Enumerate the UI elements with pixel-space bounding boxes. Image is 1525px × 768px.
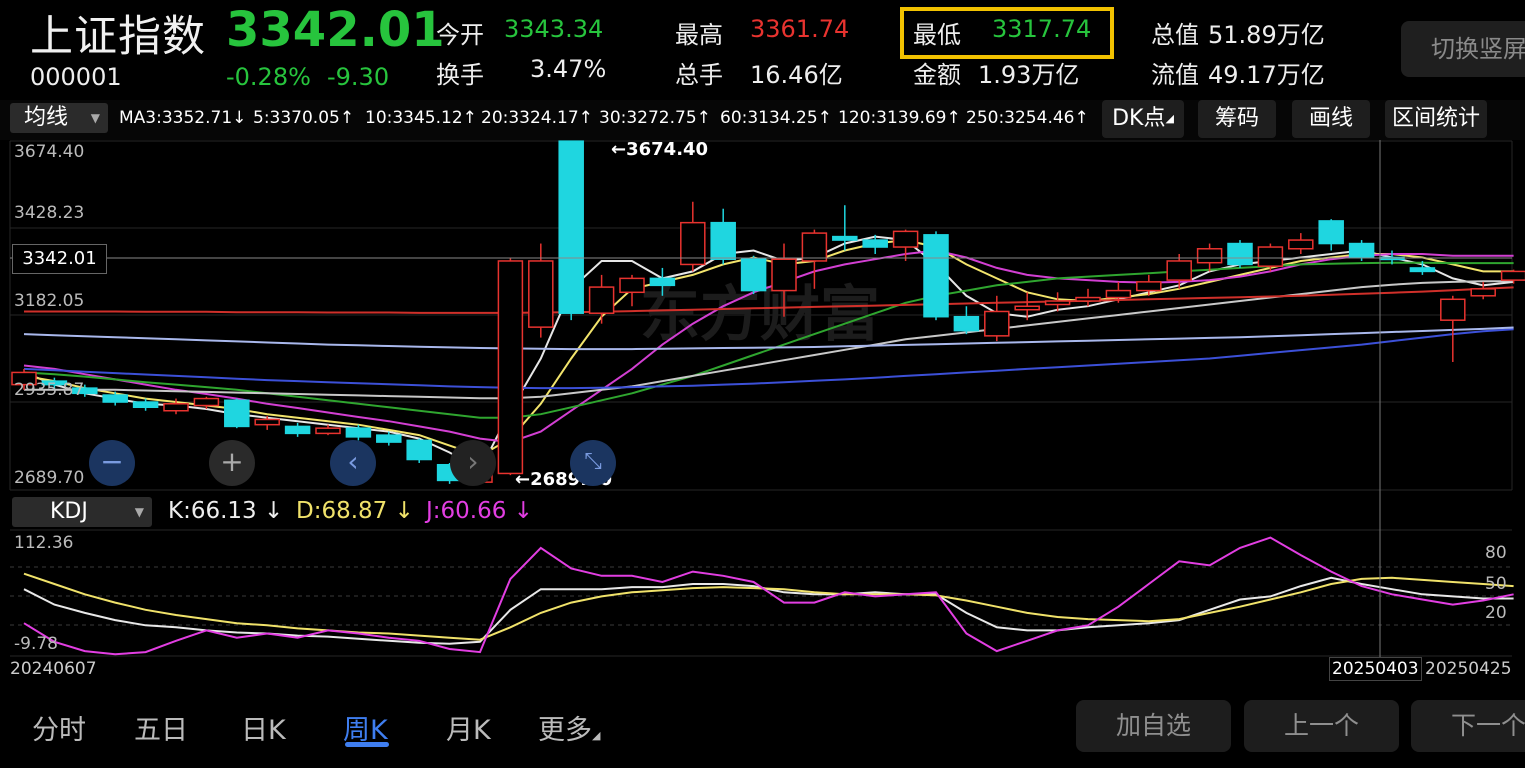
next-stock-button[interactable]: 下一个 bbox=[1411, 700, 1525, 752]
kdj-level-50: 50 bbox=[1485, 574, 1507, 594]
kdj-j-text: J:60.66 bbox=[426, 498, 507, 524]
date-end: 20250425 bbox=[1425, 659, 1512, 679]
candle-down bbox=[953, 315, 980, 332]
candle-up bbox=[588, 286, 615, 314]
y-axis-label-2: 3428.23 bbox=[14, 203, 85, 223]
tab-five-day[interactable]: 五日 bbox=[134, 708, 188, 747]
y-axis-label-4: 2935.87 bbox=[14, 380, 85, 400]
scroll-left-button[interactable]: ‹ bbox=[330, 440, 376, 486]
candle-up bbox=[315, 427, 341, 435]
ma-lines bbox=[23, 235, 1514, 472]
candle-down bbox=[649, 277, 676, 287]
dropdown-arrow-icon: ▼ bbox=[134, 505, 144, 519]
active-tab-indicator bbox=[345, 742, 389, 747]
candle-down bbox=[740, 258, 767, 292]
kdj-y-top: 112.36 bbox=[14, 533, 74, 553]
ma-line-ma3 bbox=[23, 235, 1514, 472]
y-axis-label-3: 3182.05 bbox=[14, 291, 85, 311]
candle-down bbox=[284, 425, 311, 435]
prev-stock-button[interactable]: 上一个 bbox=[1244, 700, 1399, 752]
chevron-left-icon: ‹ bbox=[347, 445, 359, 478]
candle-up bbox=[1105, 289, 1132, 299]
candle-up bbox=[1196, 248, 1223, 264]
candle-up bbox=[771, 258, 797, 292]
candle-down bbox=[224, 399, 250, 428]
candle-down bbox=[923, 234, 949, 318]
kdj-level-20: 20 bbox=[1485, 603, 1507, 623]
candle-up bbox=[1500, 270, 1525, 281]
candle-up bbox=[1470, 288, 1496, 297]
candle-down bbox=[1318, 220, 1344, 245]
candle-up bbox=[1136, 281, 1162, 292]
kdj-select[interactable]: KDJ ▼ bbox=[12, 497, 152, 527]
zoom-in-button[interactable]: + bbox=[209, 440, 255, 486]
candle-up bbox=[619, 277, 645, 294]
candle-down bbox=[832, 235, 858, 241]
candle-up bbox=[254, 418, 280, 426]
candle-up bbox=[1257, 246, 1284, 267]
kdj-k-value: K:66.13 ↓ bbox=[168, 498, 284, 524]
y-axis-label-bottom: 2689.70 bbox=[14, 468, 85, 488]
candle-down bbox=[406, 439, 432, 461]
kdj-y-bottom: -9.78 bbox=[14, 634, 58, 654]
minus-icon: − bbox=[100, 445, 124, 478]
candle-up bbox=[1440, 298, 1466, 321]
plus-icon: + bbox=[220, 445, 244, 478]
chevron-right-icon: › bbox=[467, 445, 479, 478]
date-start: 20240607 bbox=[10, 659, 97, 679]
max-price-marker: ←3674.40 bbox=[611, 139, 709, 160]
candle-up bbox=[801, 232, 828, 262]
candle-up bbox=[1044, 300, 1071, 306]
kdj-d-value: D:68.87 ↓ bbox=[296, 498, 414, 524]
zoom-out-button[interactable]: − bbox=[89, 440, 135, 486]
tab-daily-k[interactable]: 日K bbox=[241, 708, 286, 747]
candle-down bbox=[132, 401, 159, 409]
candle-down bbox=[558, 140, 584, 314]
tab-monthly-k[interactable]: 月K bbox=[446, 708, 491, 747]
kdj-k-text: K:66.13 bbox=[168, 498, 257, 524]
candle-down bbox=[102, 394, 128, 403]
scroll-right-button[interactable]: › bbox=[450, 440, 496, 486]
candle-up bbox=[1166, 260, 1192, 281]
candle-up bbox=[1288, 239, 1314, 250]
candle-down bbox=[710, 221, 736, 260]
kdj-d-text: D:68.87 bbox=[296, 498, 388, 524]
tab-intraday[interactable]: 分时 bbox=[32, 708, 86, 747]
candle-up bbox=[193, 397, 220, 407]
candle-down bbox=[345, 427, 372, 438]
current-price-tag: 3342.01 bbox=[12, 244, 107, 274]
kdj-level-80: 80 bbox=[1485, 543, 1507, 563]
candle-down bbox=[376, 434, 402, 443]
candle-up bbox=[528, 260, 554, 328]
candle-up bbox=[1014, 305, 1040, 311]
candle-up bbox=[984, 310, 1010, 337]
tab-more[interactable]: 更多◢ bbox=[538, 708, 600, 747]
kdj-select-label: KDJ bbox=[50, 499, 88, 524]
candle-down bbox=[1348, 242, 1375, 259]
reset-zoom-button[interactable]: ⤡ bbox=[570, 440, 616, 486]
candle-down bbox=[1409, 267, 1436, 273]
candle-up bbox=[1075, 296, 1101, 302]
candle-down bbox=[1227, 242, 1253, 266]
date-cursor: 20250403 bbox=[1329, 657, 1422, 681]
candle-up bbox=[163, 403, 189, 412]
candle-up bbox=[892, 230, 919, 248]
y-axis-label-top: 3674.40 bbox=[14, 142, 85, 162]
kdj-line-d bbox=[23, 572, 1514, 641]
candle-up bbox=[497, 260, 524, 475]
candle-down bbox=[862, 239, 888, 248]
shrink-icon: ⤡ bbox=[584, 449, 602, 474]
kline-chart[interactable]: 东方财富 bbox=[0, 0, 1525, 700]
add-watchlist-button[interactable]: 加自选 bbox=[1076, 700, 1231, 752]
corner-triangle-icon: ◢ bbox=[592, 729, 601, 742]
kdj-j-value: J:60.66 ↓ bbox=[426, 498, 533, 524]
max-price-value: 3674.40 bbox=[626, 139, 709, 160]
